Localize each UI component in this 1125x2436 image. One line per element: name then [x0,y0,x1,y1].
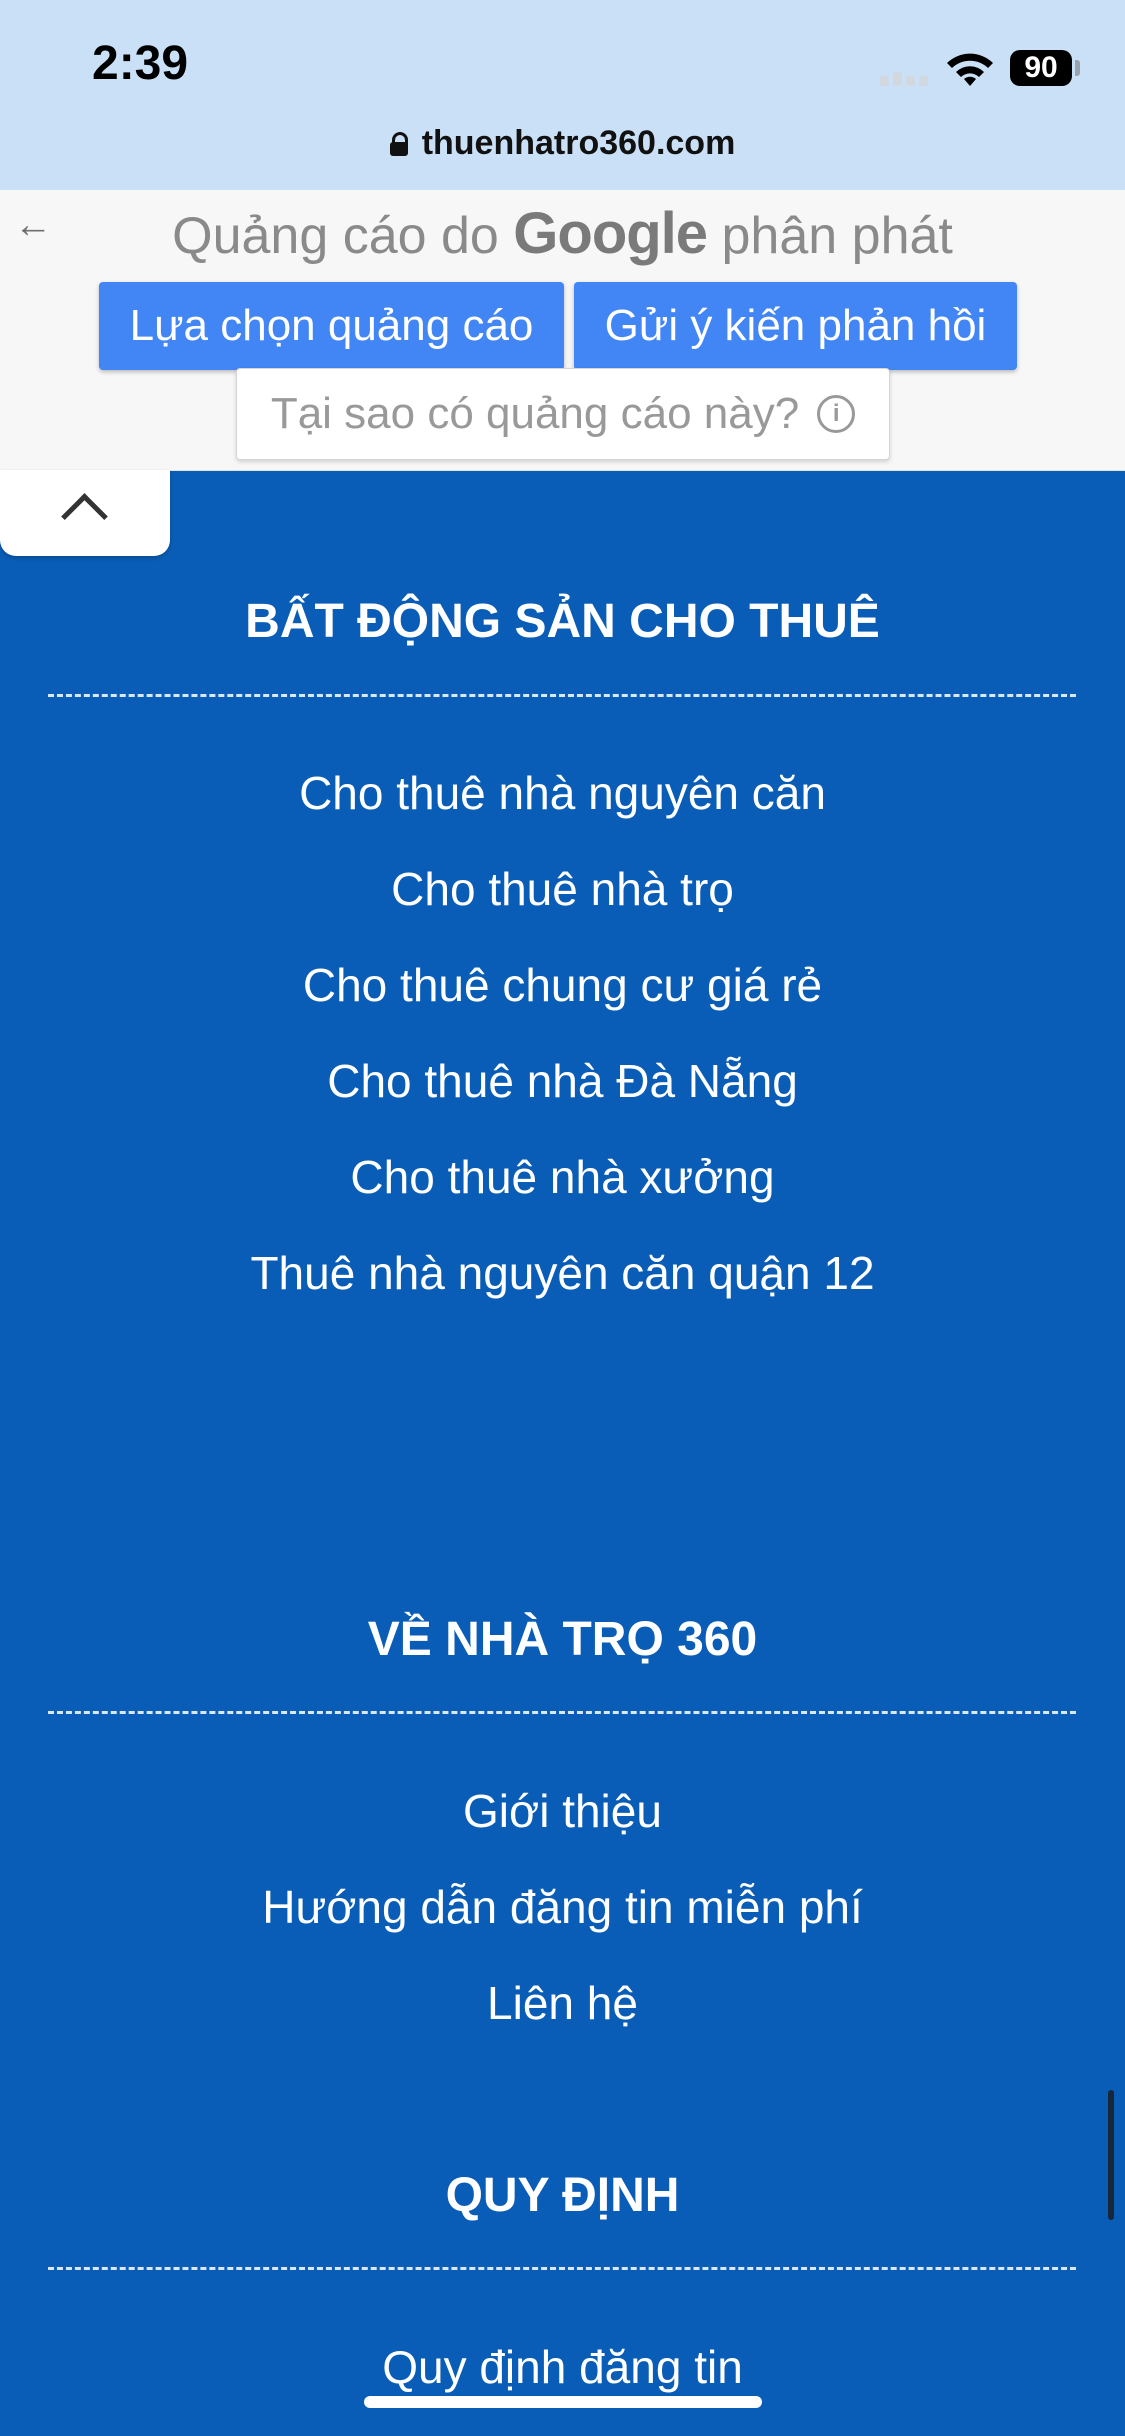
send-feedback-button[interactable]: Gửi ý kiến phản hồi [574,282,1017,370]
footer-link[interactable]: Liên hệ [0,1976,1125,2030]
wifi-icon [947,53,993,86]
footer-link[interactable]: Giới thiệu [0,1784,1125,1838]
battery-icon: 90 [1010,50,1072,86]
footer-link[interactable]: Thuê nhà nguyên căn quận 12 [0,1246,1125,1300]
battery-tip [1075,60,1080,76]
status-time: 2:39 [92,37,189,90]
status-bar: 2:39 90 thuenhatro360.com [0,0,1125,191]
collapse-toggle-button[interactable] [0,470,170,556]
footer-link[interactable]: Cho thuê chung cư giá rẻ [0,958,1125,1012]
scrollbar[interactable] [1108,2090,1114,2220]
section-title-rental: BẤT ĐỘNG SẢN CHO THUÊ [245,595,880,648]
divider [48,694,1076,697]
lock-icon [389,132,408,156]
ad-title-prefix: Quảng cáo do [172,207,499,265]
divider [48,1711,1076,1714]
footer-link[interactable]: Cho thuê nhà nguyên căn [0,766,1125,820]
chevron-up-icon [61,493,108,540]
section-title-about: VỀ NHÀ TRỌ 360 [367,1613,758,1666]
footer-link[interactable]: Quy định đăng tin [0,2340,1125,2394]
address-bar[interactable]: thuenhatro360.com [0,118,1125,168]
url-text: thuenhatro360.com [421,123,736,162]
why-this-ad-label: Tại sao có quảng cáo này? [270,389,800,438]
info-icon: i [817,395,856,433]
home-indicator[interactable] [364,2396,762,2408]
why-this-ad-button[interactable]: Tại sao có quảng cáo này? i [236,368,890,460]
footer-link[interactable]: Cho thuê nhà trọ [0,862,1125,916]
google-logo: Google [513,201,708,266]
footer-link[interactable]: Hướng dẫn đăng tin miễn phí [0,1880,1125,1934]
divider [48,2267,1076,2270]
cellular-signal-icon [880,68,932,86]
footer-link[interactable]: Cho thuê nhà xưởng [0,1150,1125,1204]
section-title-rules: QUY ĐỊNH [445,2169,680,2222]
ad-feedback-panel: ← Quảng cáo do Google phân phát Lựa chọn… [0,190,1125,471]
ad-title: Quảng cáo do Google phân phát [0,200,1125,267]
ad-title-suffix: phân phát [721,207,953,265]
ad-choices-button[interactable]: Lựa chọn quảng cáo [99,282,564,370]
footer-link[interactable]: Cho thuê nhà Đà Nẵng [0,1054,1125,1108]
